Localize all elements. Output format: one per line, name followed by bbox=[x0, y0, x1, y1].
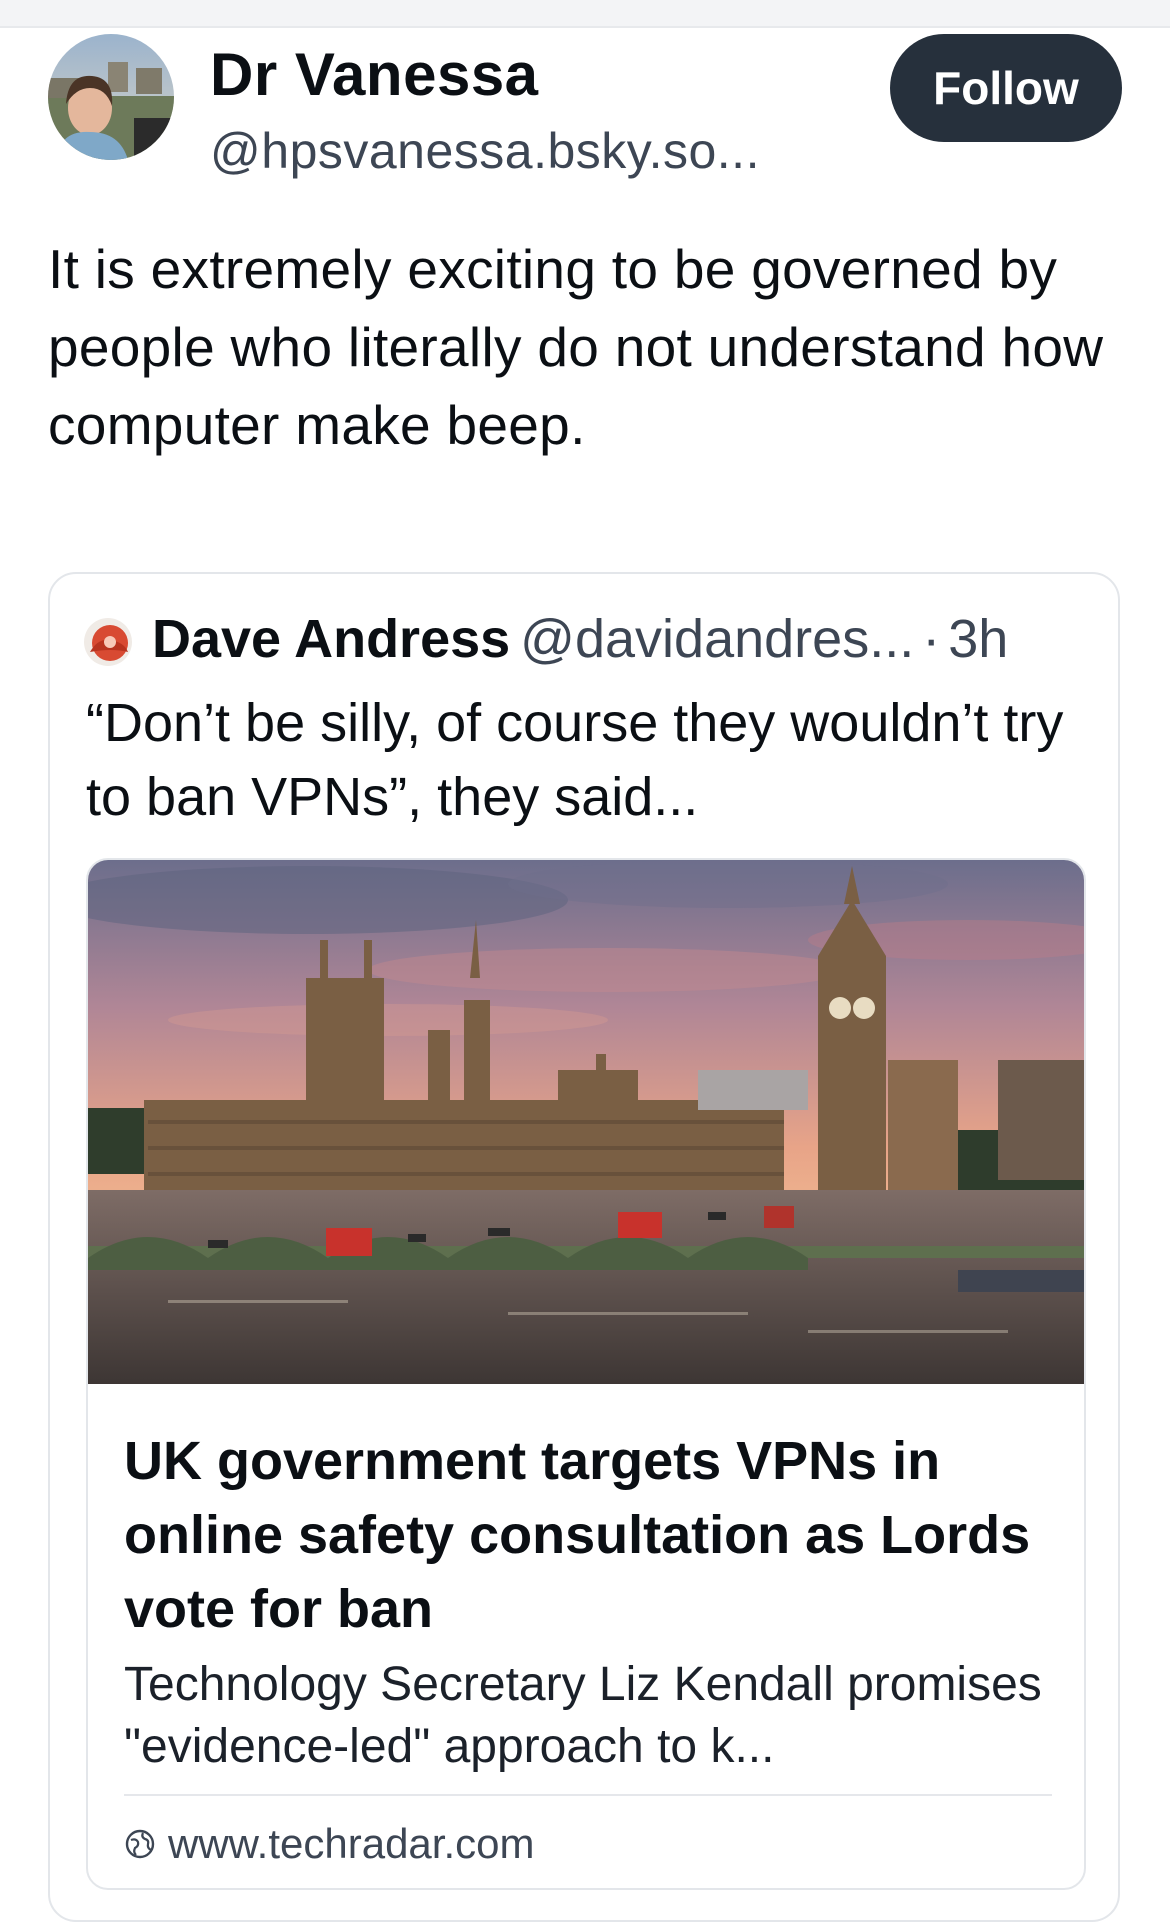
quoted-post-time[interactable]: 3h bbox=[948, 609, 1008, 669]
link-card-divider bbox=[124, 1794, 1052, 1796]
author-handle[interactable]: @hpsvanessa.bsky.so... bbox=[210, 122, 760, 180]
quoted-author-handle[interactable]: @davidandres... bbox=[520, 609, 914, 669]
quoted-post[interactable]: Dave Andress @davidandres... · 3h “Don’t be… bbox=[48, 572, 1120, 1922]
quoted-post-text: “Don’t be silly, of course they wouldn’t… bbox=[86, 693, 1064, 827]
author-avatar[interactable] bbox=[48, 34, 174, 160]
link-card-domain[interactable]: www.techradar.com bbox=[168, 1820, 534, 1868]
meta-separator: · bbox=[922, 609, 941, 669]
quoted-author-avatar[interactable] bbox=[84, 618, 132, 666]
link-card-image bbox=[88, 860, 1084, 1384]
quoted-post-header: Dave Andress @davidandres... · 3h bbox=[152, 608, 1008, 670]
link-card[interactable]: UK government targets VPNs in online saf… bbox=[86, 858, 1086, 1890]
quoted-author-name[interactable]: Dave Andress bbox=[152, 609, 510, 669]
author-name[interactable]: Dr Vanessa bbox=[210, 40, 539, 109]
link-card-title: UK government targets VPNs in online saf… bbox=[124, 1431, 1031, 1639]
post-text: It is extremely exciting to be governed … bbox=[48, 238, 1104, 456]
link-card-description: Technology Secretary Liz Kendall promise… bbox=[124, 1658, 1042, 1773]
top-divider bbox=[0, 0, 1170, 28]
globe-icon bbox=[125, 1829, 155, 1859]
follow-button[interactable]: Follow bbox=[890, 34, 1122, 142]
link-card-domain-row: www.techradar.com bbox=[124, 1820, 534, 1868]
